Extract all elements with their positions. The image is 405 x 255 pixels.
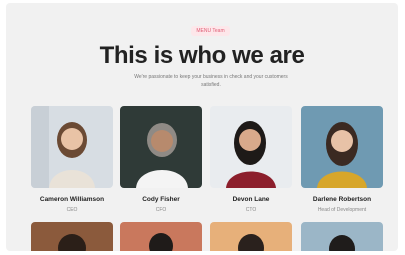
team-member-name: Cody Fisher — [142, 196, 180, 203]
face — [239, 129, 261, 151]
team-member-photo-svg — [31, 106, 113, 188]
team-member-role: CTO — [245, 207, 257, 213]
page-title: This is who we are — [99, 42, 305, 69]
team-member-photo-svg — [31, 222, 113, 251]
face — [61, 128, 83, 150]
team-card[interactable] — [210, 222, 292, 251]
team-member-photo-svg — [301, 222, 383, 251]
team-member-photo-svg — [210, 106, 292, 188]
page-subtitle: We're passionate to keep your business i… — [134, 74, 288, 88]
team-member-name: Darlene Robertson — [312, 196, 372, 203]
window-panel — [31, 106, 49, 188]
team-member-photo — [31, 106, 113, 188]
team-card[interactable] — [301, 222, 383, 251]
team-member-photo — [210, 106, 292, 188]
team-member-role: Head of Development — [317, 207, 367, 213]
team-member-photo-svg — [301, 106, 383, 188]
team-card[interactable] — [31, 222, 113, 251]
team-member-photo-svg — [210, 222, 292, 251]
team-section: MENU Team This is who we are We're passi… — [6, 3, 398, 251]
section-badge: MENU Team — [191, 26, 230, 36]
team-member-role: CFO — [155, 207, 167, 213]
team-member-photo — [120, 106, 202, 188]
team-member-photo — [301, 106, 383, 188]
face — [331, 130, 353, 152]
team-member-role: CEO — [66, 207, 78, 213]
team-member-name: Devon Lane — [232, 196, 270, 203]
team-member-name: Cameron Williamson — [39, 196, 105, 203]
team-card[interactable] — [120, 222, 202, 251]
team-member-photo-svg — [120, 222, 202, 251]
face — [151, 130, 173, 152]
team-member-photo-svg — [120, 106, 202, 188]
